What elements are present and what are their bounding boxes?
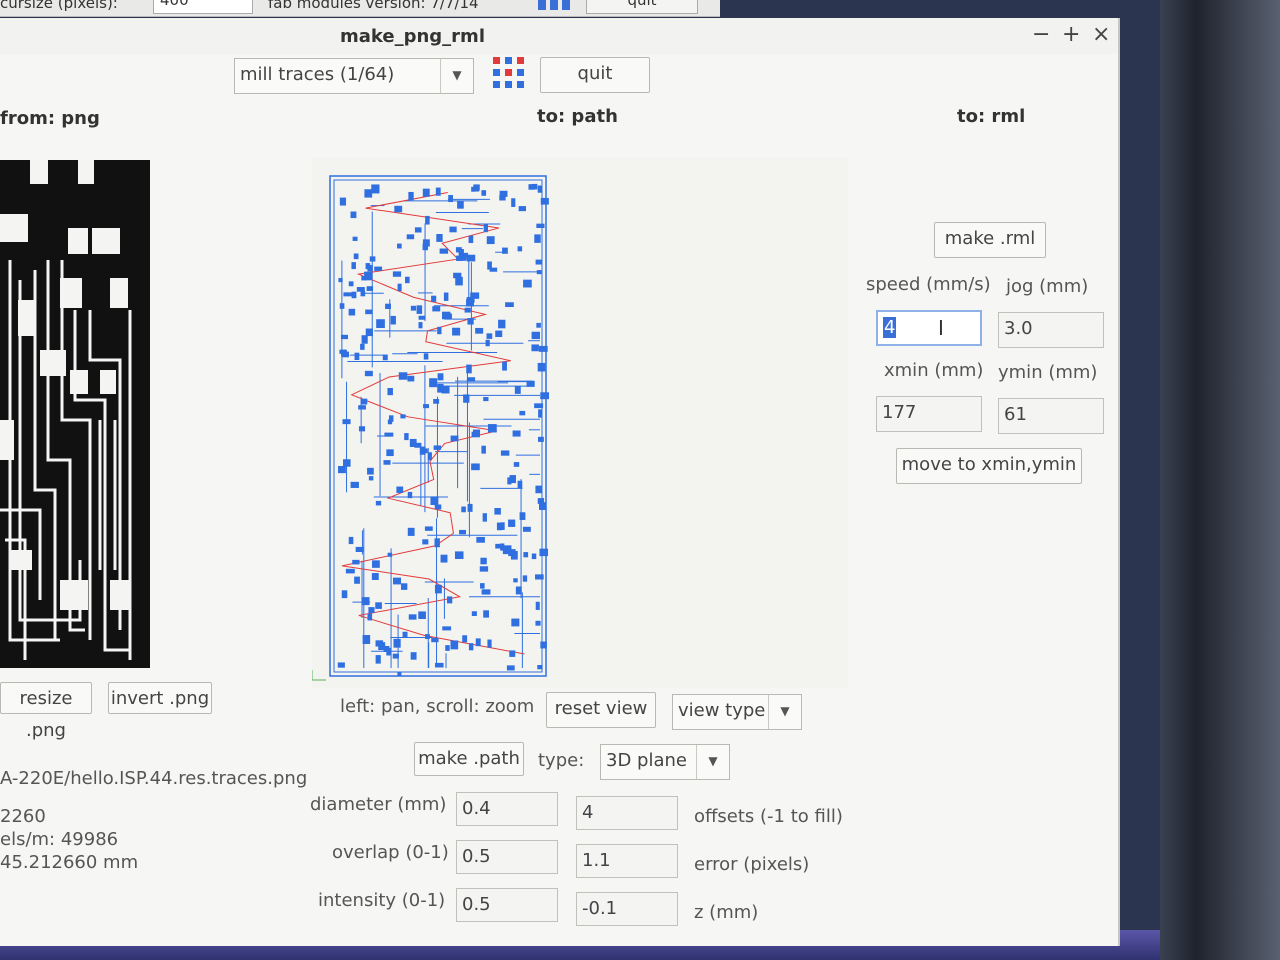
chevron-down-icon: ▼: [696, 745, 729, 779]
make-rml-button[interactable]: make .rml: [934, 222, 1046, 258]
grid-icon[interactable]: [492, 56, 526, 90]
process-select-value: mill traces (1/64): [240, 64, 395, 85]
title-bar: make_png_rml − + ×: [0, 18, 1118, 54]
z-input[interactable]: -0.1: [576, 892, 678, 926]
close-button[interactable]: ×: [1092, 22, 1110, 47]
offsets-label: offsets (-1 to fill): [694, 806, 843, 827]
quit-button[interactable]: quit: [540, 57, 650, 93]
chevron-down-icon: ▼: [440, 59, 473, 93]
maximize-button[interactable]: +: [1062, 22, 1080, 47]
diameter-label: diameter (mm): [310, 794, 447, 815]
ymin-label: ymin (mm): [998, 362, 1098, 383]
error-input[interactable]: 1.1: [576, 844, 678, 878]
jog-input[interactable]: 3.0: [998, 312, 1104, 348]
speed-input-value: 4: [883, 317, 897, 338]
cursor-size-value: 400: [160, 0, 189, 9]
png-preview-image: [0, 160, 150, 668]
process-select[interactable]: mill traces (1/64) ▼: [234, 58, 474, 94]
resize-png-button[interactable]: resize .png: [0, 682, 92, 741]
chevron-down-icon: ▼: [768, 695, 801, 729]
to-rml-header: to: rml: [957, 106, 1026, 127]
view-type-select[interactable]: view type ▼: [672, 694, 802, 730]
type-label: type:: [538, 750, 585, 771]
speed-input[interactable]: 4 I: [876, 310, 982, 346]
path-type-select[interactable]: 3D plane ▼: [600, 744, 730, 780]
window-title: make_png_rml: [340, 26, 485, 47]
overlap-label: overlap (0-1): [332, 842, 449, 863]
intensity-input[interactable]: 0.5: [456, 888, 558, 922]
xmin-label: xmin (mm): [884, 360, 984, 381]
png-info-line1: 2260: [0, 806, 46, 827]
view-type-value: view type: [678, 700, 766, 721]
version-label: fab modules version: 7/7/14: [268, 0, 479, 12]
speed-label: speed (mm/s): [866, 274, 991, 295]
text-cursor-icon: I: [938, 316, 944, 340]
cursor-size-input[interactable]: 400: [153, 0, 253, 14]
diameter-input[interactable]: 0.4: [456, 792, 558, 826]
jog-label: jog (mm): [1006, 276, 1089, 297]
path-preview-canvas[interactable]: [312, 158, 848, 688]
from-png-header: from: png: [0, 108, 100, 129]
monitor-bezel: [1160, 0, 1280, 960]
reset-view-button[interactable]: reset view: [546, 692, 656, 728]
pan-zoom-hint: left: pan, scroll: zoom: [340, 696, 535, 717]
overlap-input[interactable]: 0.5: [456, 840, 558, 874]
png-file-path: A-220E/hello.ISP.44.res.traces.png: [0, 768, 308, 789]
to-path-header: to: path: [537, 106, 618, 127]
xmin-input[interactable]: 177: [876, 396, 982, 432]
cursor-size-label: cursize (pixels):: [0, 0, 118, 12]
png-info-line2: els/m: 49986: [0, 829, 119, 850]
invert-png-button[interactable]: invert .png: [108, 682, 212, 714]
grid-icon[interactable]: [538, 0, 572, 10]
minimize-button[interactable]: −: [1032, 22, 1050, 47]
move-to-xmin-ymin-button[interactable]: move to xmin,ymin: [896, 448, 1082, 484]
z-label: z (mm): [694, 902, 759, 923]
intensity-label: intensity (0-1): [318, 890, 446, 911]
background-window: cursize (pixels): 400 fab modules versio…: [0, 0, 720, 17]
ymin-input[interactable]: 61: [998, 398, 1104, 434]
main-window: make_png_rml − + × mill traces (1/64) ▼ …: [0, 18, 1120, 946]
offsets-input[interactable]: 4: [576, 796, 678, 830]
path-type-value: 3D plane: [606, 750, 687, 771]
background-quit-button[interactable]: quit: [586, 0, 698, 14]
make-path-button[interactable]: make .path: [414, 742, 524, 776]
error-label: error (pixels): [694, 854, 810, 875]
png-info-line3: 45.212660 mm: [0, 852, 139, 873]
